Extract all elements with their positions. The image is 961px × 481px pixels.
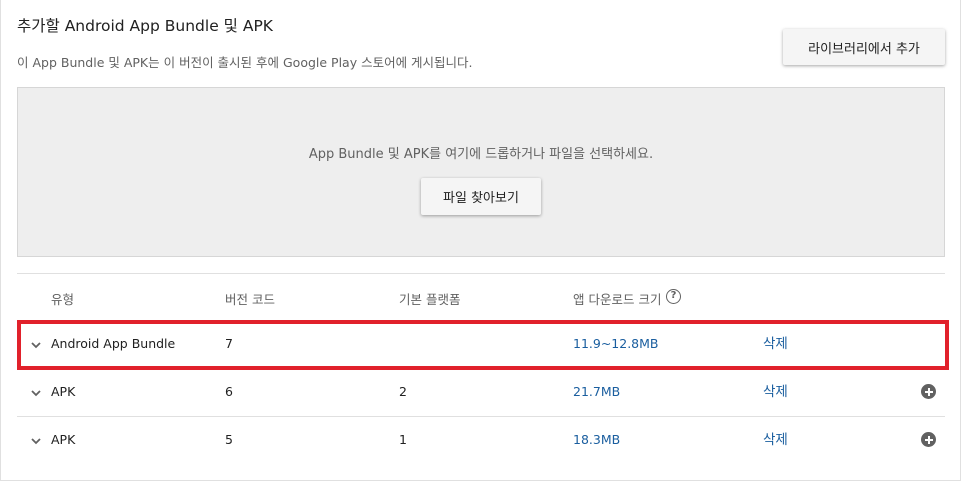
help-icon[interactable]: ? (666, 289, 681, 304)
column-header-version-code: 버전 코드 (225, 292, 275, 307)
row-divider (17, 416, 945, 417)
delete-link[interactable]: 삭제 (763, 368, 788, 416)
row-download-size[interactable]: 11.9~12.8MB (573, 320, 659, 368)
column-header-base-platform: 기본 플랫폼 (399, 292, 461, 307)
row-base-platform: 2 (399, 384, 407, 399)
file-dropzone[interactable]: App Bundle 및 APK를 여기에 드롭하거나 파일을 선택하세요. 파… (17, 87, 945, 257)
delete-link[interactable]: 삭제 (763, 320, 788, 368)
row-type: Android App Bundle (51, 336, 176, 351)
browse-files-button[interactable]: 파일 찾아보기 (421, 178, 541, 215)
table-row[interactable]: APK 6 2 21.7MB 삭제 (17, 368, 945, 416)
row-base-platform: 1 (399, 432, 407, 447)
delete-link[interactable]: 삭제 (763, 416, 788, 464)
chevron-down-icon[interactable] (31, 340, 41, 350)
row-divider (17, 368, 945, 369)
column-header-download-size: 앱 다운로드 크기 (573, 292, 662, 307)
dropzone-instruction: App Bundle 및 APK를 여기에 드롭하거나 파일을 선택하세요. (308, 147, 654, 162)
add-from-library-button[interactable]: 라이브러리에서 추가 (783, 29, 945, 65)
table-row[interactable]: APK 5 1 18.3MB 삭제 (17, 416, 945, 464)
table-row[interactable]: Android App Bundle 7 11.9~12.8MB 삭제 (17, 320, 945, 368)
row-version-code: 5 (225, 432, 233, 447)
section-title: 추가할 Android App Bundle 및 APK (17, 17, 273, 35)
section-subtitle: 이 App Bundle 및 APK는 이 버전이 출시된 후에 Google … (17, 55, 473, 70)
row-type: APK (51, 384, 76, 399)
chevron-down-icon[interactable] (31, 388, 41, 398)
row-version-code: 6 (225, 384, 233, 399)
table-divider (17, 273, 945, 274)
add-circle-icon[interactable] (921, 384, 936, 399)
add-circle-icon[interactable] (921, 432, 936, 447)
chevron-down-icon[interactable] (31, 436, 41, 446)
row-version-code: 7 (225, 336, 233, 351)
row-download-size[interactable]: 21.7MB (573, 368, 620, 416)
row-download-size[interactable]: 18.3MB (573, 416, 620, 464)
row-type: APK (51, 432, 76, 447)
column-header-type: 유형 (51, 292, 75, 307)
